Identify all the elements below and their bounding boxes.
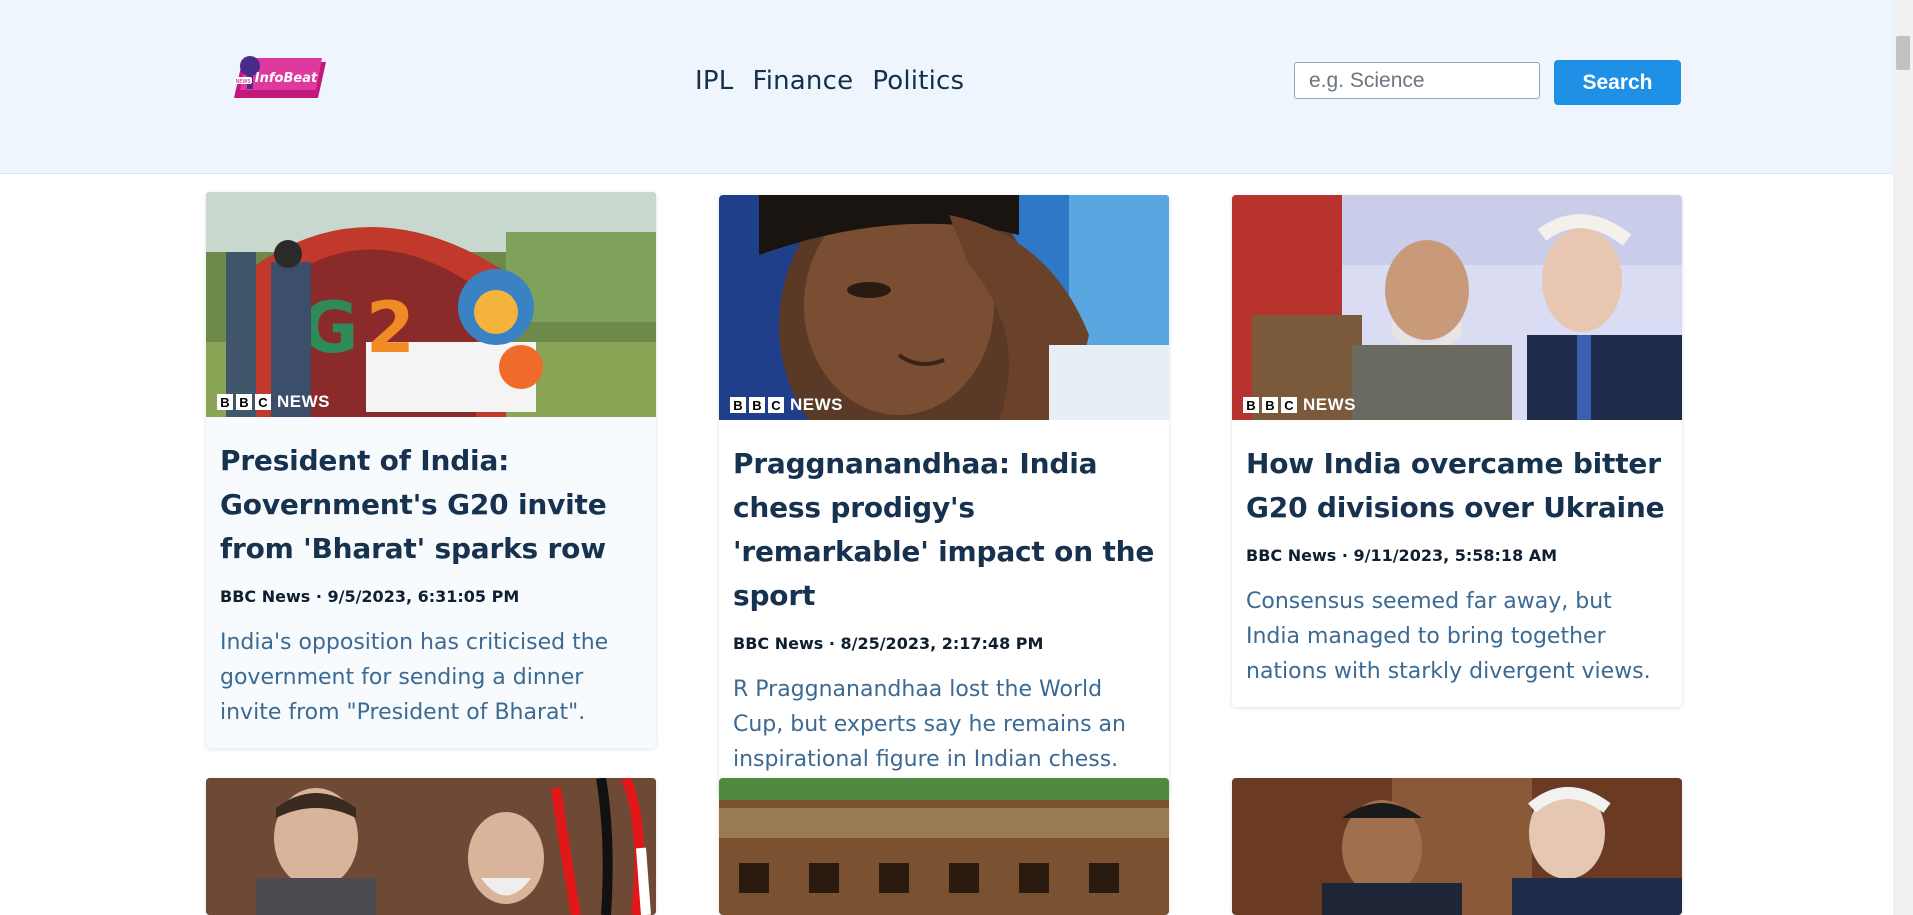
article-image[interactable]: B B C NEWS xyxy=(719,195,1169,420)
article-image[interactable] xyxy=(1232,778,1682,915)
article-meta: BBC News · 8/25/2023, 2:17:48 PM xyxy=(733,634,1044,653)
nav-link-finance[interactable]: Finance xyxy=(752,66,853,96)
news-card[interactable]: B B C NEWS How India overcame bitter G20… xyxy=(1232,195,1682,707)
site-header: NEWS InfoBeat IPL Finance Politics Searc… xyxy=(0,0,1893,174)
main-nav: IPL Finance Politics xyxy=(695,66,964,96)
search-input[interactable] xyxy=(1294,62,1540,99)
news-card[interactable]: B B C NEWS Praggnanandhaa: India chess p… xyxy=(719,195,1169,795)
article-description: Consensus seemed far away, but India man… xyxy=(1246,589,1651,684)
page-scrollbar[interactable] xyxy=(1893,0,1913,915)
logo-badge: NEWS xyxy=(235,79,250,85)
nav-link-politics[interactable]: Politics xyxy=(872,66,964,96)
news-card[interactable] xyxy=(1232,778,1682,915)
bbc-news-watermark: B B C NEWS xyxy=(1243,395,1356,415)
article-image[interactable] xyxy=(206,778,656,915)
news-card[interactable]: G 2 B B C NEWS President of India: Gover… xyxy=(206,192,656,748)
scrollbar-thumb[interactable] xyxy=(1896,36,1910,70)
article-date: 9/11/2023, 5:58:18 AM xyxy=(1353,546,1558,565)
news-card[interactable] xyxy=(206,778,656,915)
article-title[interactable]: Praggnanandhaa: India chess prodigy's 'r… xyxy=(733,442,1155,618)
article-date: 8/25/2023, 2:17:48 PM xyxy=(840,634,1044,653)
article-date: 9/5/2023, 6:31:05 PM xyxy=(327,587,520,606)
article-description: India's opposition has criticised the go… xyxy=(220,630,609,725)
article-title[interactable]: President of India: Government's G20 inv… xyxy=(220,439,642,571)
article-image[interactable]: B B C NEWS xyxy=(1232,195,1682,420)
article-meta: BBC News · 9/5/2023, 6:31:05 PM xyxy=(220,587,520,606)
article-source: BBC News xyxy=(220,587,311,606)
infobeat-logo[interactable]: NEWS InfoBeat xyxy=(230,48,330,106)
article-source: BBC News xyxy=(733,634,824,653)
news-card[interactable] xyxy=(719,778,1169,915)
article-description: R Praggnanandhaa lost the World Cup, but… xyxy=(733,677,1126,772)
logo-text: InfoBeat xyxy=(255,71,318,86)
bbc-news-watermark: B B C NEWS xyxy=(217,392,330,412)
nav-link-ipl[interactable]: IPL xyxy=(695,66,733,96)
article-title[interactable]: How India overcame bitter G20 divisions … xyxy=(1246,442,1668,530)
bbc-news-watermark: B B C NEWS xyxy=(730,395,843,415)
svg-text:2: 2 xyxy=(366,287,415,369)
article-image[interactable]: G 2 B B C NEWS xyxy=(206,192,656,417)
article-meta: BBC News · 9/11/2023, 5:58:18 AM xyxy=(1246,546,1558,565)
article-source: BBC News xyxy=(1246,546,1337,565)
search-button[interactable]: Search xyxy=(1554,60,1681,105)
article-image[interactable] xyxy=(719,778,1169,915)
